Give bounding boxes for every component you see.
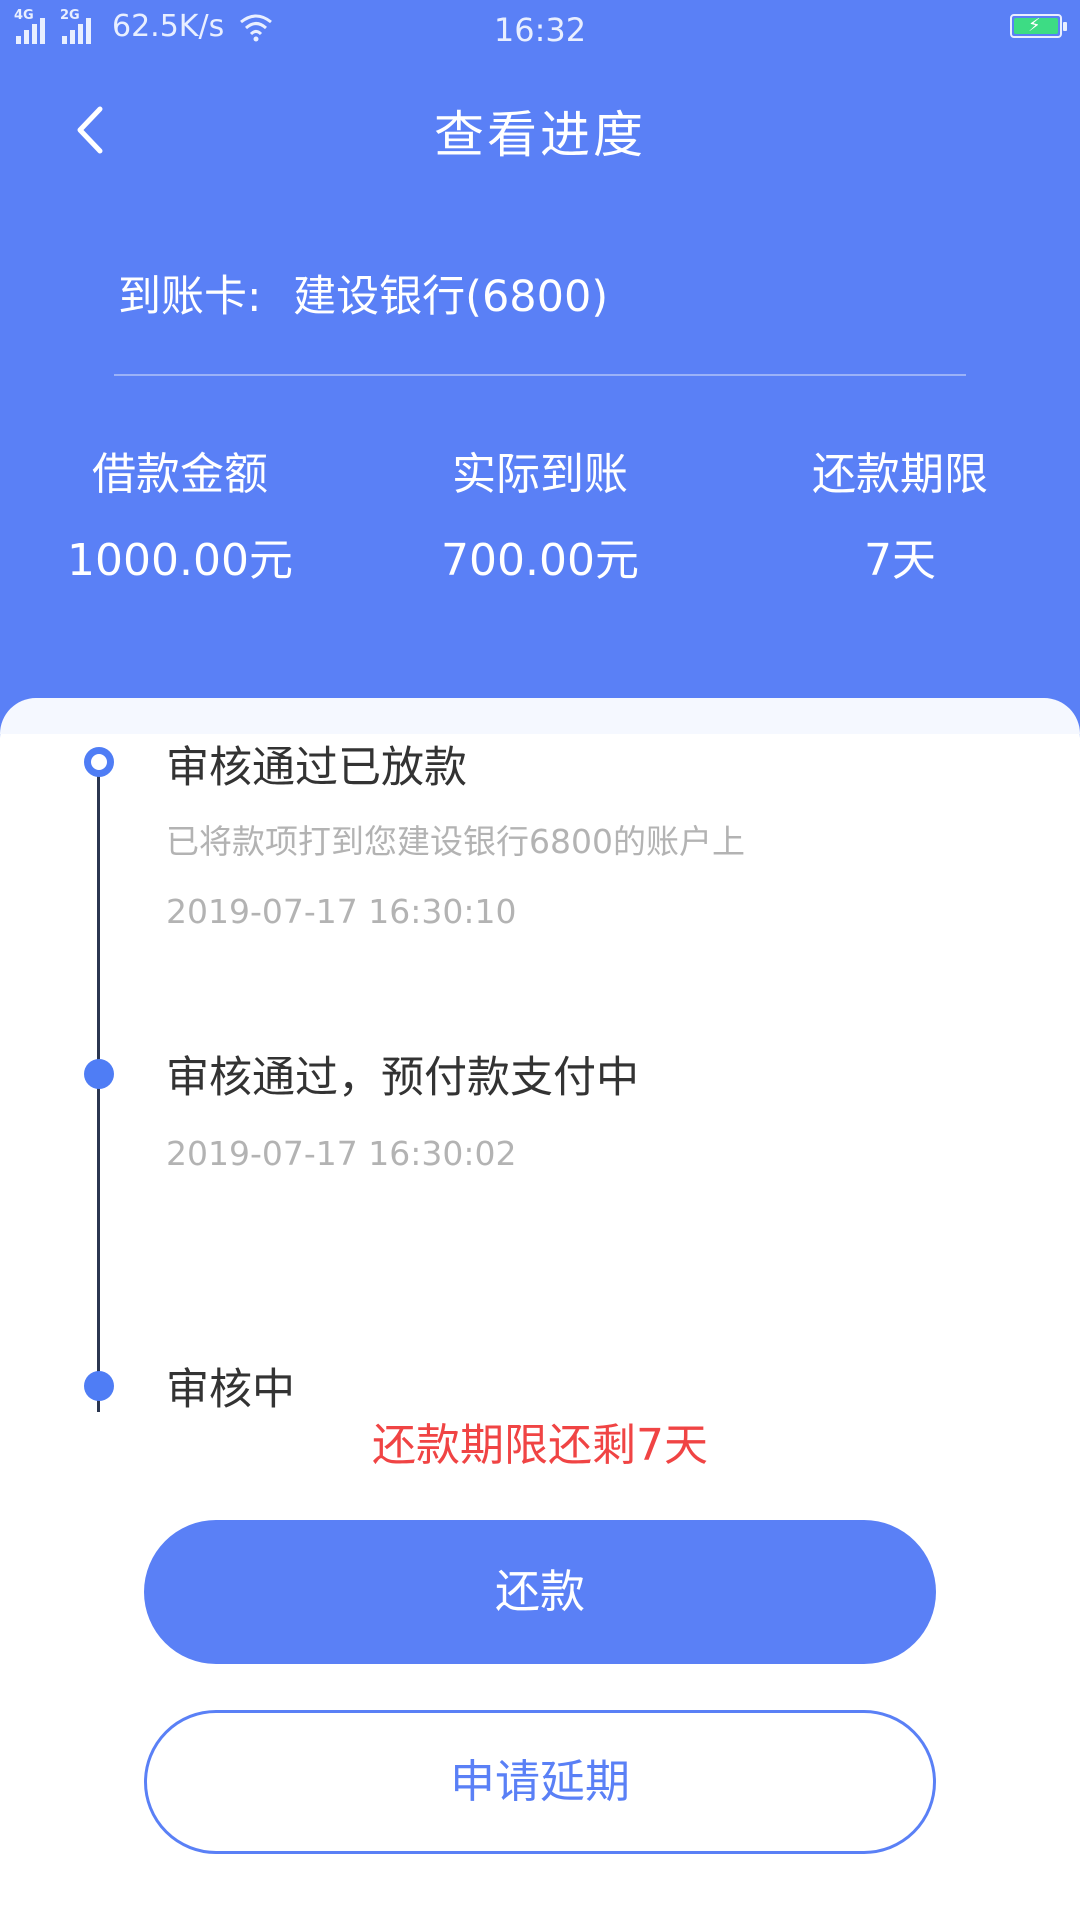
- battery-icon: ⚡: [1010, 14, 1067, 38]
- stat-repay-term: 还款期限 7天: [740, 440, 1060, 596]
- step-title: 审核通过，预付款支付中: [166, 1053, 639, 1103]
- stat-label: 实际到账: [452, 449, 628, 500]
- timeline-step: 审核通过，预付款支付中 2019-07-17 16:30:02: [166, 1048, 639, 1178]
- step-time: 2019-07-17 16:30:02: [166, 1134, 517, 1173]
- divider: [114, 374, 966, 376]
- stat-label: 还款期限: [812, 449, 988, 500]
- timeline-dot: [84, 1059, 114, 1089]
- step-description: 已将款项打到您建设银行6800的账户上: [166, 822, 745, 861]
- status-time: 16:32: [493, 11, 587, 49]
- step-time: 2019-07-17 16:30:10: [166, 892, 517, 931]
- stat-value: 700.00元: [441, 535, 639, 586]
- step-title: 审核通过已放款: [166, 743, 467, 793]
- timeline-dot-current: [84, 747, 114, 777]
- remaining-days-text: 还款期限还剩7天: [372, 1420, 708, 1471]
- sheet-top-band: [0, 698, 1080, 734]
- timeline-step: 审核中: [166, 1360, 295, 1420]
- step-title: 审核中: [166, 1365, 295, 1415]
- receiving-card-label: 到账卡:: [118, 272, 262, 322]
- apply-extension-button[interactable]: 申请延期: [144, 1710, 936, 1854]
- receiving-card-value: 建设银行(6800): [293, 272, 609, 322]
- stat-actual-received: 实际到账 700.00元: [380, 440, 700, 596]
- page-title: 查看进度: [434, 106, 646, 164]
- stat-value: 1000.00元: [67, 535, 293, 586]
- loan-stats: 借款金额 1000.00元 实际到账 700.00元 还款期限 7天: [0, 440, 1080, 600]
- timeline-step: 审核通过已放款 已将款项打到您建设银行6800的账户上 2019-07-17 1…: [166, 738, 745, 936]
- status-bar: 4G 2G 62.5K/s 16:32 ⚡: [0, 0, 1080, 60]
- stat-value: 7天: [864, 535, 936, 586]
- page: 4G 2G 62.5K/s 16:32 ⚡ 查看进度 到账卡: 建设银行(680…: [0, 0, 1080, 1920]
- stat-loan-amount: 借款金额 1000.00元: [20, 440, 340, 596]
- repay-button[interactable]: 还款: [144, 1520, 936, 1664]
- stat-label: 借款金额: [92, 449, 268, 500]
- charging-icon: ⚡: [1028, 15, 1041, 36]
- receiving-card-row: 到账卡: 建设银行(6800): [118, 262, 608, 332]
- timeline-dot: [84, 1371, 114, 1401]
